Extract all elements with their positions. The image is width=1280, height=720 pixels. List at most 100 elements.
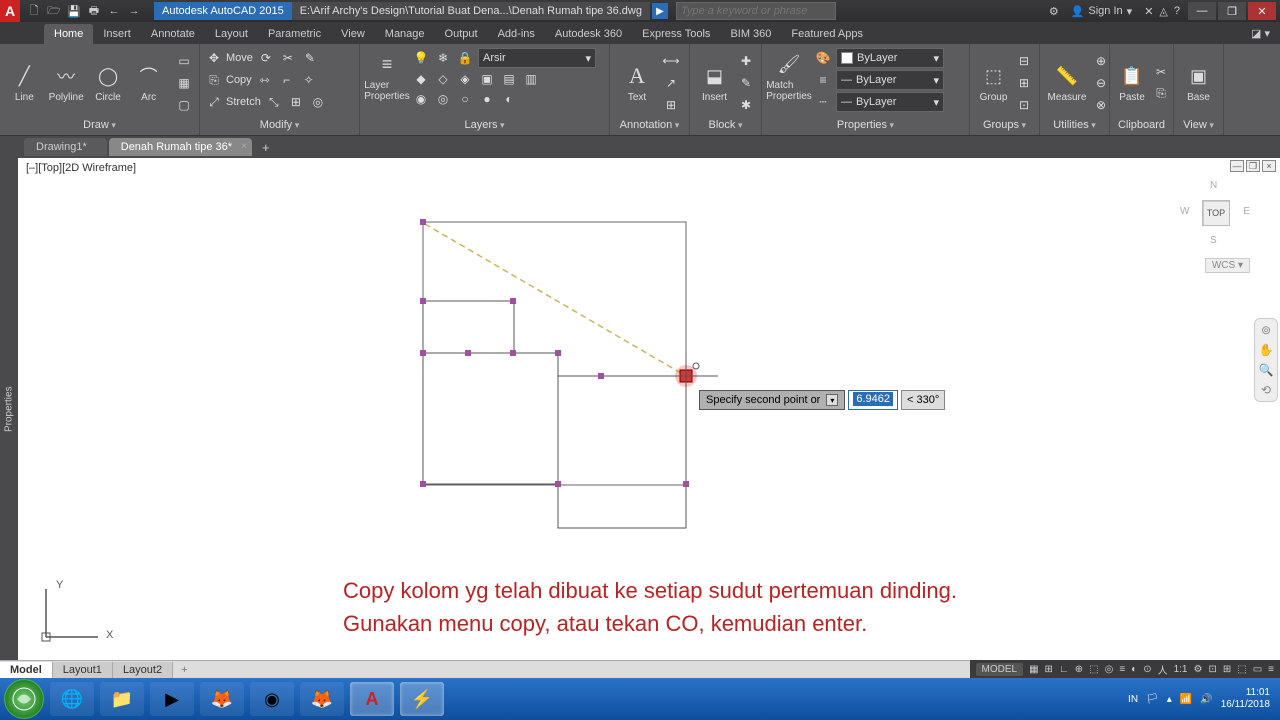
rect-icon[interactable]: ▭ [175, 52, 193, 70]
minimize-button[interactable]: — [1188, 2, 1216, 20]
explode-icon[interactable]: ✧ [300, 71, 318, 89]
lt-icon[interactable]: ┄ [814, 93, 832, 111]
close-tab-icon[interactable]: × [241, 141, 247, 152]
copy-button[interactable]: ⎘Copy [206, 70, 252, 90]
taskbar-explorer[interactable]: 📁 [100, 682, 144, 716]
qat-save-icon[interactable]: 💾 [66, 3, 82, 19]
max-icon[interactable]: ⊡ [1208, 664, 1216, 675]
l11-icon[interactable]: ◐ [500, 90, 518, 108]
panel-groups[interactable]: Groups [976, 117, 1033, 133]
tab-view[interactable]: View [331, 24, 375, 44]
group-button[interactable]: ⬚Group [976, 60, 1011, 105]
qat-undo-icon[interactable]: ← [106, 3, 122, 19]
tray-lang[interactable]: IN [1128, 694, 1138, 705]
color-combo[interactable]: ByLayer▾ [836, 48, 944, 68]
paste-button[interactable]: 📋Paste [1116, 60, 1148, 105]
array-icon[interactable]: ⊞ [287, 93, 305, 111]
transp-icon[interactable]: ◐ [1131, 664, 1137, 675]
layerprops-button[interactable]: ≡Layer Properties [366, 48, 408, 104]
layer-combo[interactable]: Arsir▾ [478, 48, 596, 68]
trim-icon[interactable]: ✂ [279, 49, 297, 67]
grid-icon[interactable]: ▦ [1029, 664, 1038, 675]
exchange-icon[interactable]: ✕ [1144, 5, 1153, 18]
lineweight-combo[interactable]: —ByLayer▾ [836, 70, 944, 90]
lw-icon[interactable]: ≡ [814, 71, 832, 89]
properties-palette-bar[interactable]: Properties [0, 158, 18, 660]
tab-layout[interactable]: Layout [205, 24, 258, 44]
cut-icon[interactable]: ✂ [1152, 63, 1170, 81]
drawing-canvas[interactable]: Specify second point or▾ 6.9462 < 330° C… [18, 158, 1280, 660]
tab-home[interactable]: Home [44, 24, 93, 44]
panel-block[interactable]: Block [696, 117, 755, 133]
taskbar-media[interactable]: ▶ [150, 682, 194, 716]
taskbar-winamp[interactable]: ⚡ [400, 682, 444, 716]
osnap-icon[interactable]: ◎ [1105, 664, 1114, 675]
layout-add[interactable]: + [173, 664, 195, 676]
layer-lock-icon[interactable]: 🔒 [456, 49, 474, 67]
dim-icon[interactable]: ⟷ [662, 52, 680, 70]
move-button[interactable]: ✥Move [206, 48, 253, 68]
leader-icon[interactable]: ↗ [662, 74, 680, 92]
taskbar-firefox2[interactable]: 🦊 [300, 682, 344, 716]
taskbar-firefox1[interactable]: 🦊 [200, 682, 244, 716]
dynamic-distance-input[interactable]: 6.9462 [848, 390, 898, 410]
add-tab-button[interactable]: + [254, 140, 278, 155]
file-tab-drawing1[interactable]: Drawing1* [24, 138, 107, 156]
dyn-dropdown-icon[interactable]: ▾ [826, 394, 838, 406]
l5-icon[interactable]: ▤ [500, 70, 518, 88]
l6-icon[interactable]: ▥ [522, 70, 540, 88]
help-icon[interactable]: ? [1174, 5, 1180, 17]
taskbar-ie[interactable]: 🌐 [50, 682, 94, 716]
tab-addins[interactable]: Add-ins [488, 24, 545, 44]
polyline-button[interactable]: 〰Polyline [47, 60, 86, 105]
l1-icon[interactable]: ◆ [412, 70, 430, 88]
l8-icon[interactable]: ◎ [434, 90, 452, 108]
layout-2[interactable]: Layout2 [113, 662, 173, 678]
measure-button[interactable]: 📏Measure [1046, 60, 1088, 105]
qat-print-icon[interactable]: 🖶 [86, 3, 102, 19]
tab-featuredapps[interactable]: Featured Apps [781, 24, 873, 44]
gedit-icon[interactable]: ⊞ [1015, 74, 1033, 92]
panel-properties[interactable]: Properties [768, 117, 963, 133]
matchprops-button[interactable]: 🖌Match Properties [768, 48, 810, 104]
text-button[interactable]: AText [616, 60, 658, 105]
tab-annotate[interactable]: Annotate [141, 24, 205, 44]
tab-manage[interactable]: Manage [375, 24, 435, 44]
tray-flag-icon[interactable]: 🏳 [1146, 694, 1159, 705]
qat-open-icon[interactable]: 🗁 [46, 3, 62, 19]
insert-button[interactable]: ⬓Insert [696, 60, 733, 105]
status-model[interactable]: MODEL [976, 663, 1024, 676]
polar-icon[interactable]: ⊕ [1075, 664, 1083, 675]
anno-icon[interactable]: 人 [1158, 662, 1168, 677]
tab-insert[interactable]: Insert [93, 24, 141, 44]
l2-icon[interactable]: ◇ [434, 70, 452, 88]
tray-up-icon[interactable]: ▴ [1167, 694, 1172, 705]
tab-bim360[interactable]: BIM 360 [720, 24, 781, 44]
edit-icon[interactable]: ✎ [737, 74, 755, 92]
stretch-button[interactable]: ⤢Stretch [206, 92, 261, 112]
tray-net-icon[interactable]: 📶 [1180, 694, 1192, 705]
a360-icon[interactable]: ◬ [1159, 5, 1167, 18]
panel-layers[interactable]: Layers [366, 117, 603, 133]
iso-icon[interactable]: ⬚ [1089, 664, 1098, 675]
panel-annotation[interactable]: Annotation [616, 117, 683, 133]
layer-bulb-icon[interactable]: 💡 [412, 49, 430, 67]
base-button[interactable]: ▣Base [1180, 60, 1217, 105]
layout-model[interactable]: Model [0, 662, 53, 678]
panel-draw[interactable]: Draw [6, 117, 193, 133]
linetype-combo[interactable]: —ByLayer▾ [836, 92, 944, 112]
tab-parametric[interactable]: Parametric [258, 24, 331, 44]
panel-view[interactable]: View [1180, 117, 1217, 133]
u2-icon[interactable]: ⊖ [1092, 74, 1110, 92]
l3-icon[interactable]: ◈ [456, 70, 474, 88]
signin-button[interactable]: 👤 Sign In ▾ [1065, 5, 1138, 18]
ribbon-options-icon[interactable]: ◪ ▾ [1241, 23, 1280, 44]
ungroup-icon[interactable]: ⊟ [1015, 52, 1033, 70]
fillet-icon[interactable]: ⌐ [278, 71, 296, 89]
taskbar-chrome[interactable]: ◉ [250, 682, 294, 716]
color-icon[interactable]: 🎨 [814, 49, 832, 67]
clean-icon[interactable]: ▭ [1253, 664, 1262, 675]
gsel-icon[interactable]: ⊡ [1015, 96, 1033, 114]
snap-icon[interactable]: ⊞ [1045, 664, 1053, 675]
tab-autodesk360[interactable]: Autodesk 360 [545, 24, 632, 44]
